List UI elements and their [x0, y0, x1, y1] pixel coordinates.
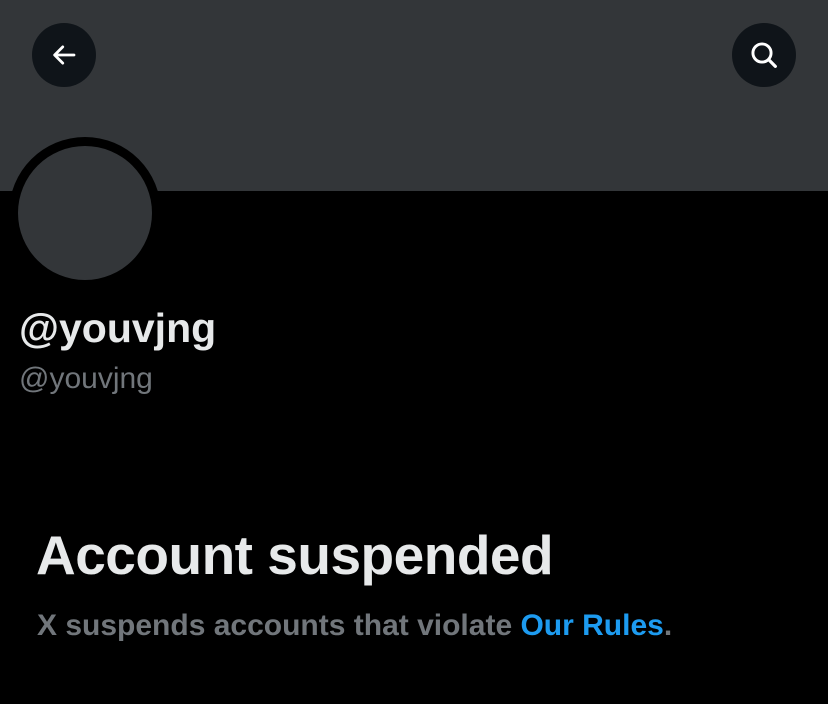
- search-button[interactable]: [732, 23, 796, 87]
- suspended-message-text: X suspends accounts that violate: [37, 609, 521, 642]
- arrow-left-icon: [53, 45, 76, 65]
- search-icon: [751, 42, 777, 68]
- suspended-profile-page: @youvjng @youvjng Account suspended X su…: [0, 0, 828, 704]
- avatar[interactable]: [18, 146, 152, 280]
- suspended-title: Account suspended: [36, 524, 554, 586]
- profile-handle: @youvjng: [19, 362, 153, 395]
- our-rules-link[interactable]: Our Rules: [520, 609, 663, 642]
- profile-display-name: @youvjng: [19, 305, 217, 351]
- suspended-message: X suspends accounts that violate Our Rul…: [37, 606, 672, 646]
- back-button[interactable]: [32, 23, 96, 87]
- suspended-message-period: .: [663, 609, 673, 642]
